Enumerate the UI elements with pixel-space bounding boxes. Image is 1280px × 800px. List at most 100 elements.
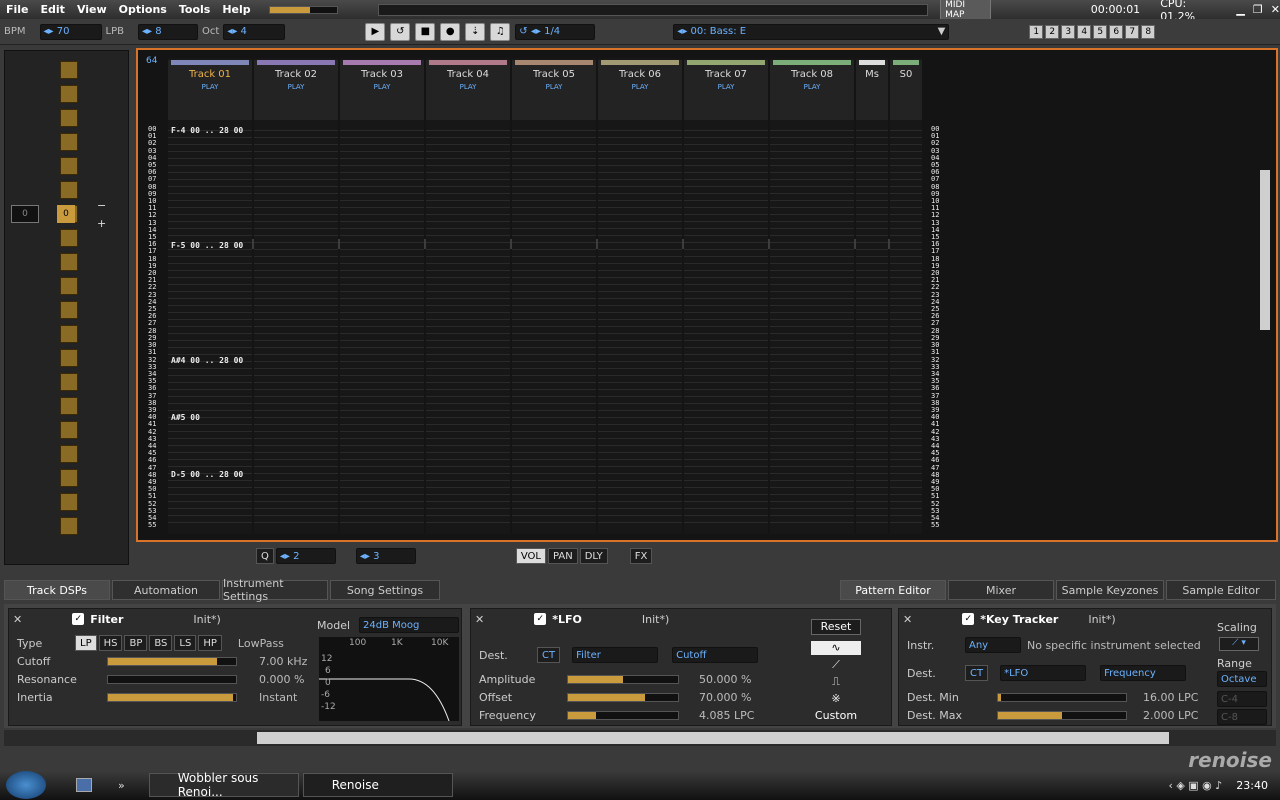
dest-ct[interactable]: CT: [537, 647, 561, 663]
show-desktop-icon[interactable]: [76, 778, 92, 792]
saw-wave-icon[interactable]: ⟋: [811, 658, 861, 672]
dest-min-slider[interactable]: [997, 693, 1127, 702]
pattern-length[interactable]: 64: [146, 56, 157, 66]
tab-mixer[interactable]: Mixer: [948, 580, 1054, 600]
range-select[interactable]: Octave: [1217, 671, 1267, 687]
track-play[interactable]: PLAY: [770, 83, 854, 91]
instrument-select[interactable]: ◂▸ 00: Bass: E ▼: [673, 23, 950, 40]
q-label[interactable]: Q: [256, 548, 274, 564]
chevron-right-icon[interactable]: »: [118, 779, 125, 792]
horizontal-scrollbar[interactable]: [4, 730, 1276, 746]
enable-checkbox[interactable]: ✓: [72, 613, 85, 625]
instr-field[interactable]: Any: [965, 637, 1021, 653]
scaling-curve-select[interactable]: ⟋ ▾: [1219, 637, 1259, 651]
model-select[interactable]: 24dB Moog: [359, 617, 459, 633]
menu-edit[interactable]: Edit: [35, 3, 71, 16]
record-button[interactable]: ●: [440, 22, 461, 41]
track-name[interactable]: Track 05: [512, 69, 596, 80]
filter-type-lp[interactable]: LP: [75, 635, 97, 651]
custom-button[interactable]: Custom: [811, 709, 861, 723]
master-track[interactable]: Ms: [856, 58, 888, 534]
master-volume-slider[interactable]: [268, 5, 339, 14]
track-play[interactable]: PLAY: [254, 83, 338, 91]
track-play[interactable]: PLAY: [598, 83, 682, 91]
menu-help[interactable]: Help: [216, 3, 256, 16]
tab-pattern-editor[interactable]: Pattern Editor: [840, 580, 946, 600]
amplitude-slider[interactable]: [567, 675, 679, 684]
track-name[interactable]: Track 03: [340, 69, 424, 80]
enable-checkbox[interactable]: ✓: [962, 613, 975, 625]
send-track-name[interactable]: S0: [890, 69, 922, 80]
track-name[interactable]: Track 01: [168, 69, 252, 80]
track-column[interactable]: Track 04 PLAY: [426, 58, 510, 534]
filter-type-hs[interactable]: HS: [98, 635, 123, 651]
tab-instrument-settings[interactable]: Instrument Settings: [222, 577, 328, 603]
track-column[interactable]: Track 03 PLAY: [340, 58, 424, 534]
page-button-5[interactable]: 5: [1093, 24, 1108, 39]
follow-button[interactable]: ⇣: [465, 22, 486, 41]
dest-ct[interactable]: CT: [965, 665, 989, 681]
track-column[interactable]: Track 07 PLAY: [684, 58, 768, 534]
track-name[interactable]: Track 08: [770, 69, 854, 80]
edit-step-field[interactable]: ◂▸ 3: [355, 548, 416, 564]
tab-sample-editor[interactable]: Sample Editor: [1166, 580, 1276, 600]
tray-icons[interactable]: ‹ ◈ ▣ ◉ ♪: [1168, 779, 1222, 792]
dest-param-select[interactable]: Frequency: [1100, 665, 1187, 681]
page-button-3[interactable]: 3: [1061, 24, 1076, 39]
dly-toggle[interactable]: DLY: [579, 548, 608, 564]
close-icon[interactable]: ✕: [475, 613, 484, 626]
lpb-field[interactable]: ◂▸ 8: [138, 23, 198, 40]
sequence-slots[interactable]: [60, 61, 82, 541]
track-column[interactable]: Track 05 PLAY: [512, 58, 596, 534]
start-button-icon[interactable]: [6, 771, 46, 799]
random-wave-icon[interactable]: ※: [811, 692, 861, 706]
plus-icon[interactable]: +: [97, 217, 106, 230]
menu-file[interactable]: File: [0, 3, 35, 16]
close-icon[interactable]: ✕: [1271, 3, 1280, 16]
track-play[interactable]: PLAY: [684, 83, 768, 91]
minus-icon[interactable]: −: [97, 199, 106, 212]
page-button-4[interactable]: 4: [1077, 24, 1092, 39]
sequence-value-field[interactable]: 0: [11, 205, 39, 223]
taskbar-item-firefox[interactable]: Wobbler sous Renoi...: [148, 771, 299, 799]
pattern-note[interactable]: D-5 00 .. 28 00: [171, 470, 243, 479]
preset-name[interactable]: Init*): [642, 613, 669, 626]
tab-song-settings[interactable]: Song Settings: [330, 580, 440, 600]
square-wave-icon[interactable]: ⎍: [811, 675, 861, 689]
tab-automation[interactable]: Automation: [112, 580, 220, 600]
loop-button[interactable]: ↺: [390, 22, 411, 41]
menu-options[interactable]: Options: [113, 3, 173, 16]
enable-checkbox[interactable]: ✓: [534, 613, 547, 625]
restore-icon[interactable]: ❐: [1253, 3, 1263, 16]
minimize-icon[interactable]: ▁: [1236, 3, 1244, 16]
pan-toggle[interactable]: PAN: [547, 548, 578, 564]
page-button-2[interactable]: 2: [1045, 24, 1060, 39]
scrollbar-thumb[interactable]: [257, 732, 1169, 744]
close-icon[interactable]: ✕: [13, 613, 22, 626]
step-field[interactable]: ↺ ◂▸ 1/4: [515, 23, 596, 40]
quantize-field[interactable]: ◂▸ 2: [275, 548, 336, 564]
track-name[interactable]: Track 02: [254, 69, 338, 80]
track-play[interactable]: PLAY: [512, 83, 596, 91]
track-play[interactable]: PLAY: [426, 83, 510, 91]
pattern-note[interactable]: F-5 00 .. 28 00: [171, 241, 243, 250]
preset-name[interactable]: Init*): [193, 613, 220, 626]
offset-slider[interactable]: [567, 693, 679, 702]
vol-toggle[interactable]: VOL: [515, 548, 546, 564]
range-low-field[interactable]: C-4: [1217, 691, 1267, 707]
filter-type-ls[interactable]: LS: [174, 635, 197, 651]
track-name[interactable]: Track 07: [684, 69, 768, 80]
reset-button[interactable]: Reset: [811, 619, 861, 635]
fx-toggle[interactable]: FX: [629, 548, 653, 564]
track-play[interactable]: PLAY: [340, 83, 424, 91]
page-button-6[interactable]: 6: [1109, 24, 1124, 39]
stop-button[interactable]: ■: [415, 22, 436, 41]
track-column[interactable]: Track 06 PLAY: [598, 58, 682, 534]
dest-device-select[interactable]: *LFO: [1000, 665, 1087, 681]
menu-view[interactable]: View: [71, 3, 113, 16]
track-play[interactable]: PLAY: [168, 83, 252, 91]
range-high-field[interactable]: C-8: [1217, 709, 1267, 725]
close-icon[interactable]: ✕: [903, 613, 912, 626]
dest-param-select[interactable]: Cutoff: [672, 647, 759, 663]
track-name[interactable]: Track 04: [426, 69, 510, 80]
